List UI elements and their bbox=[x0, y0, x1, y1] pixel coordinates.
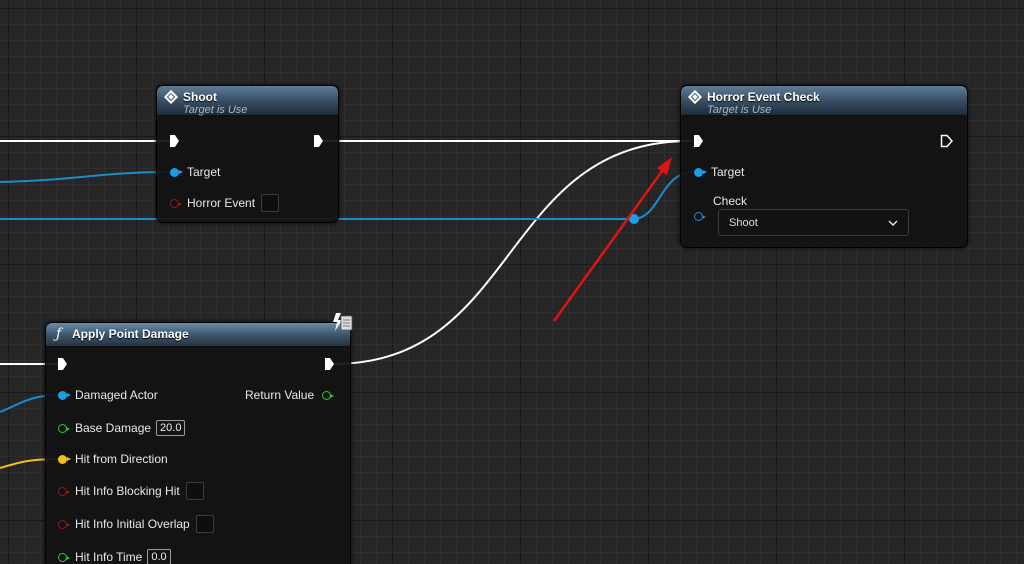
shoot-horror-event-pin[interactable]: Horror Event bbox=[170, 194, 280, 212]
pin-label: Hit Info Blocking Hit bbox=[75, 484, 180, 498]
pin-label: Hit Info Time bbox=[75, 550, 143, 564]
damage-return-value-pin[interactable]: Return Value bbox=[245, 386, 335, 404]
pin-label: Target bbox=[711, 165, 745, 179]
node-title: Shoot bbox=[183, 90, 217, 104]
chevron-down-icon bbox=[888, 219, 898, 226]
dropdown-selected-value: Shoot bbox=[729, 216, 758, 229]
exec-out-icon bbox=[314, 135, 323, 147]
shoot-exec-out-pin[interactable] bbox=[314, 132, 323, 150]
event-diamond-icon bbox=[687, 89, 703, 105]
exec-wire-damage-to-check[interactable] bbox=[332, 140, 691, 365]
float-pin-icon bbox=[58, 552, 70, 562]
pin-label: Horror Event bbox=[187, 196, 256, 210]
boolean-pin-icon bbox=[170, 198, 182, 208]
node-horror-event-check-header[interactable]: Horror Event Check Target is Use bbox=[681, 86, 967, 116]
pin-label: Damaged Actor bbox=[75, 388, 158, 402]
exec-in-icon bbox=[694, 135, 703, 147]
shoot-target-pin[interactable]: Target bbox=[170, 163, 220, 181]
pin-label: Base Damage bbox=[75, 421, 152, 435]
damage-exec-out-pin[interactable] bbox=[325, 355, 334, 373]
node-title: Horror Event Check bbox=[707, 90, 820, 104]
damage-base-damage-pin[interactable]: Base Damage 20.0 bbox=[58, 419, 186, 437]
blueprint-graph-canvas[interactable]: Shoot Target is Use Target Horror Event … bbox=[0, 0, 1024, 564]
damage-hit-info-time-pin[interactable]: Hit Info Time 0.0 bbox=[58, 548, 171, 564]
pin-label: Return Value bbox=[245, 388, 315, 402]
exec-in-icon bbox=[58, 358, 67, 370]
base-damage-input[interactable]: 20.0 bbox=[156, 420, 186, 436]
check-check-pin-connector[interactable] bbox=[694, 207, 706, 225]
check-exec-out-pin[interactable] bbox=[940, 132, 954, 150]
initial-overlap-checkbox[interactable] bbox=[195, 515, 214, 533]
exec-out-icon bbox=[325, 358, 334, 370]
damage-damaged-actor-pin[interactable]: Damaged Actor bbox=[58, 386, 158, 404]
check-exec-in-pin[interactable] bbox=[694, 132, 703, 150]
boolean-pin-icon bbox=[58, 486, 70, 496]
function-icon: ƒ bbox=[56, 326, 62, 342]
check-target-pin[interactable]: Target bbox=[694, 163, 744, 181]
check-enum-dropdown[interactable]: Shoot bbox=[718, 209, 909, 236]
hit-info-time-input[interactable]: 0.0 bbox=[147, 549, 171, 564]
node-apply-point-damage-header[interactable]: ƒ Apply Point Damage bbox=[46, 323, 350, 347]
object-pin-icon bbox=[694, 167, 707, 177]
node-title: Apply Point Damage bbox=[72, 327, 189, 341]
pin-label: Hit from Direction bbox=[75, 452, 168, 466]
red-annotation-arrowhead bbox=[657, 157, 672, 175]
horror-event-checkbox[interactable] bbox=[261, 194, 280, 212]
float-pin-icon bbox=[322, 390, 335, 400]
object-wire-into-shoot-target[interactable] bbox=[0, 171, 173, 183]
exec-in-icon bbox=[170, 135, 179, 147]
pin-label: Hit Info Initial Overlap bbox=[75, 517, 190, 531]
pin-label: Target bbox=[187, 165, 221, 179]
float-pin-icon bbox=[58, 423, 70, 433]
damage-hit-from-direction-pin[interactable]: Hit from Direction bbox=[58, 450, 168, 468]
object-pin-icon bbox=[58, 390, 71, 400]
event-diamond-icon bbox=[163, 89, 179, 105]
damage-exec-in-pin[interactable] bbox=[58, 355, 67, 373]
exec-out-hollow-icon bbox=[940, 134, 954, 148]
pin-label: Check bbox=[713, 194, 748, 208]
object-pin-icon bbox=[170, 167, 183, 177]
node-subtitle: Target is Use bbox=[183, 104, 248, 116]
authority-only-icon bbox=[333, 313, 353, 331]
vector-pin-icon bbox=[58, 454, 71, 464]
red-annotation-arrow bbox=[552, 166, 667, 322]
shoot-exec-in-pin[interactable] bbox=[170, 132, 179, 150]
blocking-hit-checkbox[interactable] bbox=[185, 482, 204, 500]
boolean-pin-icon bbox=[58, 519, 70, 529]
node-shoot-header[interactable]: Shoot Target is Use bbox=[157, 86, 338, 116]
damage-hit-info-blocking-hit-pin[interactable]: Hit Info Blocking Hit bbox=[58, 482, 204, 500]
check-pin-label-row: Check bbox=[713, 192, 747, 210]
node-subtitle: Target is Use bbox=[707, 104, 772, 116]
object-wire-to-check[interactable] bbox=[0, 171, 695, 220]
object-pin-icon bbox=[694, 211, 706, 221]
damage-hit-info-initial-overlap-pin[interactable]: Hit Info Initial Overlap bbox=[58, 515, 214, 533]
